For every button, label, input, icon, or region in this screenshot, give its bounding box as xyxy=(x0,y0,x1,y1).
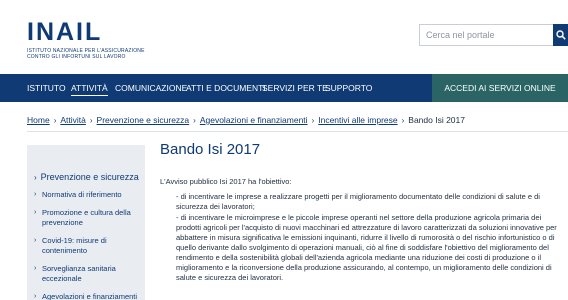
chevron-right-icon: › xyxy=(311,115,315,125)
breadcrumb-attivita[interactable]: Attività xyxy=(60,115,86,125)
sidebar-item-normativa[interactable]: › Normativa di riferimento xyxy=(34,190,142,200)
logo-wordmark: INAIL xyxy=(27,18,103,46)
sidebar-heading-label: Prevenzione e sicurezza xyxy=(40,172,139,182)
page-title: Bando Isi 2017 xyxy=(160,141,261,158)
sidebar: › Prevenzione e sicurezza › Normativa di … xyxy=(27,145,145,300)
chevron-right-icon: › xyxy=(34,293,37,300)
chevron-right-icon: › xyxy=(34,265,37,272)
breadcrumb: Home › Attività › Prevenzione e sicurezz… xyxy=(27,115,465,125)
nav-istituto[interactable]: ISTITUTO xyxy=(27,74,66,102)
nav-attivita[interactable]: ATTIVITÀ xyxy=(71,74,108,102)
sidebar-item-agevolazioni[interactable]: › Agevolazioni e finanziamenti xyxy=(34,292,142,300)
inail-logo[interactable]: INAIL Istituto Nazionale per l'Assicuraz… xyxy=(27,18,145,61)
search-box xyxy=(419,24,568,46)
divider xyxy=(27,131,568,132)
sidebar-item-label: Agevolazioni e finanziamenti xyxy=(42,292,138,300)
sidebar-item-label: Sorveglianza sanitaria eccezionale xyxy=(42,264,116,283)
search-icon xyxy=(555,30,566,40)
chevron-right-icon: › xyxy=(193,115,196,125)
chevron-right-icon: › xyxy=(34,191,37,198)
nav-supporto[interactable]: SUPPORTO xyxy=(325,74,372,102)
chevron-right-icon: › xyxy=(34,209,37,216)
sidebar-item-sorveglianza[interactable]: › Sorveglianza sanitaria eccezionale xyxy=(34,264,142,284)
chevron-right-icon: › xyxy=(53,115,57,125)
breadcrumb-incentivi[interactable]: Incentivi alle imprese xyxy=(318,115,397,125)
breadcrumb-current: Bando Isi 2017 xyxy=(408,115,465,125)
site-header: INAIL Istituto Nazionale per l'Assicuraz… xyxy=(0,0,568,74)
sidebar-item-label: Promozione e cultura della prevenzione xyxy=(42,208,131,227)
logo-subtitle-line-2: contro gli Infortuni sul Lavoro xyxy=(27,54,126,60)
sidebar-item-covid[interactable]: › Covid-19: misure di contenimento xyxy=(34,236,142,256)
breadcrumb-agevolazioni[interactable]: Agevolazioni e finanziamenti xyxy=(200,115,308,125)
objective-paragraph-2: - di incentivare le microimprese e le pi… xyxy=(176,213,557,282)
intro-text: L'Avviso pubblico Isi 2017 ha l'obiettiv… xyxy=(160,177,292,186)
nav-atti-e-documenti[interactable]: ATTI E DOCUMENTI xyxy=(186,74,266,102)
nav-comunicazione[interactable]: COMUNICAZIONE xyxy=(115,74,187,102)
search-button[interactable] xyxy=(553,24,568,46)
chevron-right-icon: › xyxy=(34,173,37,182)
online-services-button[interactable]: ACCEDI AI SERVIZI ONLINE xyxy=(432,74,568,102)
sidebar-item-label: Covid-19: misure di contenimento xyxy=(42,236,107,255)
sidebar-item-label: Normativa di riferimento xyxy=(42,190,122,199)
objective-paragraph-1: - di incentivare le imprese a realizzare… xyxy=(176,192,540,211)
nav-servizi-per-te[interactable]: SERVIZI PER TE xyxy=(262,74,328,102)
breadcrumb-home[interactable]: Home xyxy=(27,115,50,125)
chevron-right-icon: › xyxy=(34,237,37,244)
breadcrumb-prevenzione[interactable]: Prevenzione e sicurezza xyxy=(97,115,190,125)
main-nav: ISTITUTO ATTIVITÀ COMUNICAZIONE ATTI E D… xyxy=(0,74,568,102)
chevron-right-icon: › xyxy=(401,115,405,125)
sidebar-heading[interactable]: › Prevenzione e sicurezza xyxy=(34,172,139,182)
search-input[interactable] xyxy=(419,24,553,46)
sidebar-item-promozione[interactable]: › Promozione e cultura della prevenzione xyxy=(34,208,142,228)
chevron-right-icon: › xyxy=(89,115,93,125)
